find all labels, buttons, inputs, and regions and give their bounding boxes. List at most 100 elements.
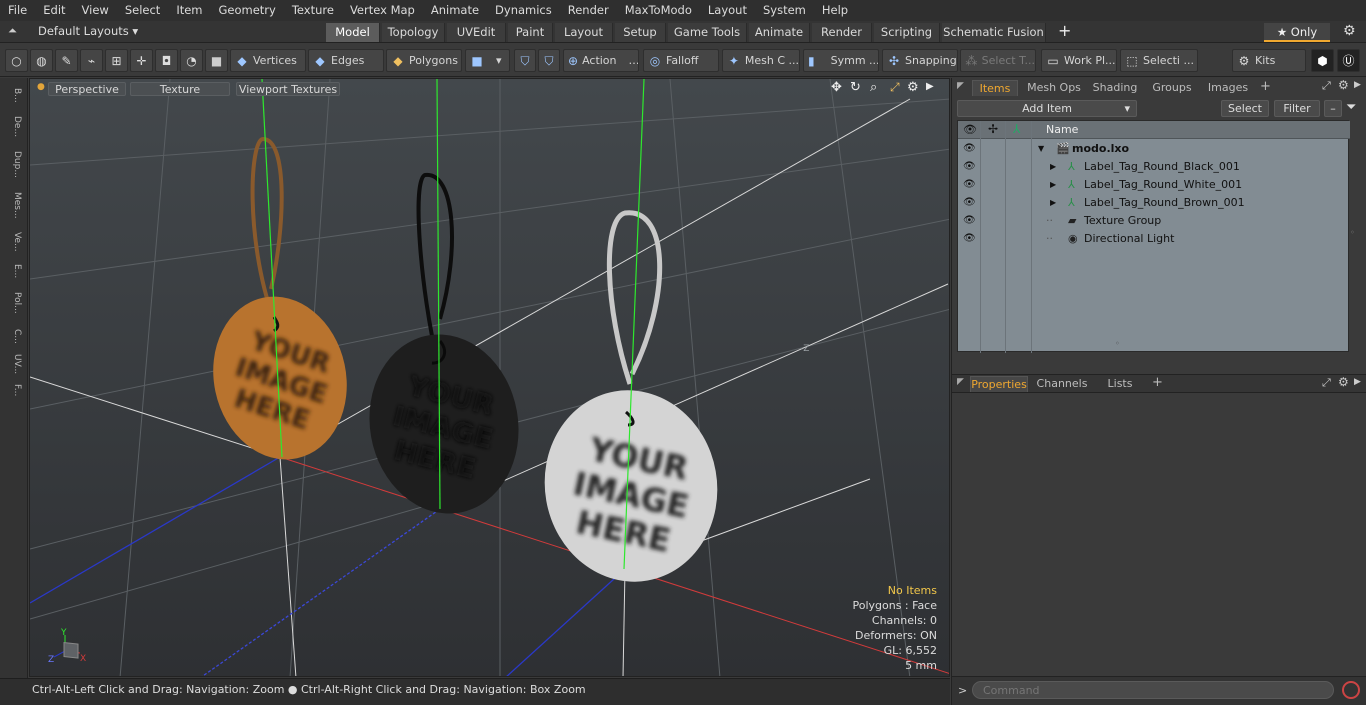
texture-button[interactable]: Texture (130, 82, 230, 96)
left-strip-tab[interactable]: B... (4, 82, 22, 108)
add-properties-tab-button[interactable]: + (1152, 375, 1163, 390)
menu-render[interactable]: Render (560, 0, 617, 21)
item-mode-button[interactable]: ■ (205, 49, 228, 72)
select-circle-button[interactable]: ○ (5, 49, 28, 72)
layout-tab-schematic-fusion[interactable]: Schematic Fusion (942, 23, 1046, 42)
menu-geometry[interactable]: Geometry (211, 0, 284, 21)
layout-tab-topology[interactable]: Topology (382, 23, 445, 42)
tree-row[interactable]: 👁 ▶ ⅄ Label_Tag_Round_White_001 (958, 176, 1350, 194)
layout-tab-game-tools[interactable]: Game Tools (668, 23, 747, 42)
menu-texture[interactable]: Texture (284, 0, 342, 21)
layout-tab-uvedit[interactable]: UVEdit (447, 23, 506, 42)
menu-edit[interactable]: Edit (35, 0, 73, 21)
command-input[interactable] (972, 681, 1334, 699)
visibility-column-icon[interactable]: 👁 (963, 123, 977, 136)
unity-button[interactable]: ⬢ (1311, 49, 1334, 72)
falloff-button[interactable]: ◎ Falloff (643, 49, 719, 72)
menu-maxtomodo[interactable]: MaxToModo (617, 0, 700, 21)
rotate-button[interactable]: ◔ (180, 49, 203, 72)
pan-icon[interactable]: ✥ (831, 80, 842, 95)
scale-button[interactable]: ◘ (155, 49, 178, 72)
maximize-icon[interactable]: ⤢ (890, 80, 900, 95)
viewport-gear-icon[interactable]: ⚙ (907, 80, 919, 95)
viewport-menu-dot-icon[interactable]: ● (37, 82, 45, 92)
orbit-icon[interactable]: ↻ (850, 80, 861, 95)
add-panel-tab-button[interactable]: + (1260, 79, 1271, 94)
eye-icon[interactable]: 👁 (963, 197, 976, 209)
panel-arrow-icon[interactable]: ▶ (1354, 80, 1361, 90)
properties-expand-icon[interactable]: ⤢ (1322, 376, 1331, 390)
edges-button[interactable]: ◆ Edges (308, 49, 384, 72)
name-column-header[interactable]: Name (1046, 123, 1078, 136)
transform-button[interactable]: ⊞ (105, 49, 128, 72)
panel-tab-images[interactable]: Images (1202, 80, 1254, 96)
record-icon[interactable] (1342, 681, 1360, 699)
properties-gear-icon[interactable]: ⚙ (1338, 375, 1349, 389)
tree-row[interactable]: 👁 ▼ 🎬 modo.lxo (958, 140, 1350, 158)
perspective-button[interactable]: Perspective (48, 82, 126, 96)
3d-viewport[interactable]: YOUR IMAGE HERE YOUR IMAGE HERE YOUR IMA… (29, 78, 950, 677)
lock-column-icon[interactable]: ✢ (988, 122, 998, 136)
panel-tab-items[interactable]: Items (972, 80, 1018, 96)
gear-icon[interactable]: ⚙ (1343, 23, 1356, 39)
tree-row[interactable]: 👁 ·· ▰ Texture Group (958, 212, 1350, 230)
mesh-constraint-button[interactable]: ✦ Mesh C ... (722, 49, 800, 72)
default-layouts-dropdown[interactable]: Default Layouts ▾ (38, 24, 138, 38)
menu-view[interactable]: View (74, 0, 117, 21)
properties-arrow-icon[interactable]: ▶ (1354, 377, 1361, 387)
viewport-arrow-icon[interactable]: ▶ (926, 81, 934, 92)
tree-scrollbar[interactable]: ◦ (1350, 228, 1356, 248)
snapping-button[interactable]: ✣ Snapping (882, 49, 958, 72)
layout-tab-scripting[interactable]: Scripting (874, 23, 940, 42)
action-center-button[interactable]: ⊕ Action… (563, 49, 639, 72)
brush-tool-button[interactable]: ⌁ (80, 49, 103, 72)
tree-row[interactable]: 👁 ·· ◉ Directional Light (958, 230, 1350, 248)
panel-tab-groups[interactable]: Groups (1148, 80, 1196, 96)
funnel-icon[interactable]: ⏷ (1346, 100, 1356, 115)
globe-button[interactable]: ◍ (30, 49, 53, 72)
eye-icon[interactable]: 👁 (963, 233, 976, 245)
expand-right-icon[interactable]: ▶ (1050, 158, 1056, 176)
layout-home-icon[interactable]: ⏶ (8, 24, 17, 38)
eye-icon[interactable]: 👁 (963, 161, 976, 173)
viewport-scene[interactable]: YOUR IMAGE HERE YOUR IMAGE HERE YOUR IMA… (30, 79, 950, 677)
layout-tab-paint[interactable]: Paint (508, 23, 553, 42)
menu-dynamics[interactable]: Dynamics (487, 0, 560, 21)
work-plane-button[interactable]: ▭ Work Pl... (1041, 49, 1117, 72)
panel-tab-shading[interactable]: Shading (1088, 80, 1142, 96)
left-strip-tab[interactable]: C... (4, 323, 22, 349)
properties-tab-channels[interactable]: Channels (1034, 376, 1090, 392)
only-button[interactable]: ★ Only (1264, 23, 1330, 42)
symmetry-button[interactable]: ▮ Symm ... (803, 49, 879, 72)
eye-icon[interactable]: 👁 (963, 143, 976, 155)
eye-icon[interactable]: 👁 (963, 215, 976, 227)
left-strip-tab[interactable]: E... (4, 260, 22, 282)
menu-help[interactable]: Help (814, 0, 856, 21)
symmetry-shield-button[interactable]: ⛉ (514, 49, 536, 72)
add-tab-button[interactable]: + (1058, 21, 1071, 40)
kits-button[interactable]: ⚙ Kits (1232, 49, 1306, 72)
left-strip-tab[interactable]: Ve... (4, 228, 22, 256)
panel-tab-mesh-ops[interactable]: Mesh Ops (1024, 80, 1084, 96)
selection-sets-button[interactable]: ⬚ Selecti ... (1120, 49, 1198, 72)
properties-tab-lists[interactable]: Lists (1097, 376, 1143, 392)
panel-expand-icon[interactable]: ⤢ (1322, 79, 1331, 93)
properties-menu-icon[interactable]: ◤ (957, 377, 964, 387)
shield-x-button[interactable]: ⛉ (538, 49, 560, 72)
menu-select[interactable]: Select (117, 0, 168, 21)
menu-animate[interactable]: Animate (423, 0, 487, 21)
select-through-button[interactable]: ⁂ Select T... (960, 49, 1036, 72)
list-scroll-handle[interactable]: ◦ (1115, 339, 1120, 348)
layout-tab-animate[interactable]: Animate (749, 23, 810, 42)
expand-right-icon[interactable]: ▶ (1050, 176, 1056, 194)
layout-tab-model[interactable]: Model (326, 23, 380, 42)
left-strip-tab[interactable]: UV... (4, 353, 22, 375)
menu-item[interactable]: Item (168, 0, 210, 21)
left-strip-tab[interactable]: F... (4, 378, 22, 402)
menu-file[interactable]: File (0, 0, 35, 21)
panel-menu-icon[interactable]: ◤ (957, 81, 964, 91)
type-column-icon[interactable]: ⅄ (1013, 122, 1020, 136)
vertices-button[interactable]: ◆ Vertices (230, 49, 306, 72)
left-strip-tab[interactable]: Mes... (4, 186, 22, 224)
menu-vertex-map[interactable]: Vertex Map (342, 0, 423, 21)
